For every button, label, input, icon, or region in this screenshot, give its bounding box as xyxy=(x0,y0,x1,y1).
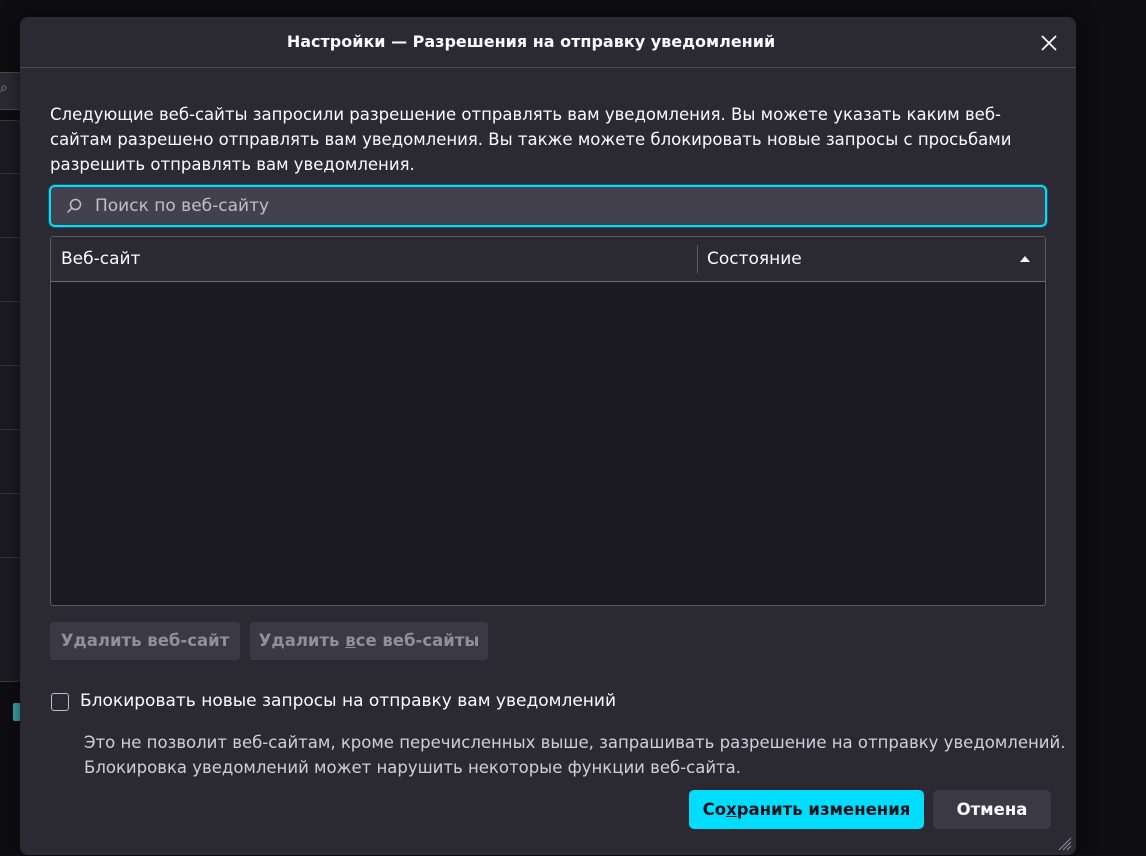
remove-site-button[interactable]: Удалить веб-сайт xyxy=(50,622,240,660)
remove-site-label: Удалить веб-сайт xyxy=(60,631,230,650)
column-header-status[interactable]: Состояние xyxy=(707,249,802,269)
background-list xyxy=(0,120,22,682)
block-help-text: Это не позволит веб-сайтам, кроме перечи… xyxy=(84,730,1074,780)
dialog-title: Настройки — Разрешения на отправку уведо… xyxy=(286,32,776,51)
resize-grip-icon[interactable] xyxy=(1056,835,1072,851)
search-input[interactable] xyxy=(91,187,1035,225)
cancel-label: Отмена xyxy=(956,800,1028,819)
block-help-line-1: Это не позволит веб-сайтам, кроме перечи… xyxy=(84,733,1066,752)
save-accesskey: х xyxy=(726,800,737,819)
save-label-prefix: Со xyxy=(702,800,727,819)
search-field[interactable] xyxy=(49,185,1047,227)
remove-all-label-suffix: се веб-сайты xyxy=(355,631,480,650)
search-icon xyxy=(67,198,82,213)
remove-all-sites-button[interactable]: Удалить все веб-сайты xyxy=(250,622,488,660)
permissions-dialog: Настройки — Разрешения на отправку уведо… xyxy=(20,17,1076,855)
table-header: Веб-сайт Состояние xyxy=(51,237,1045,282)
sort-ascending-icon xyxy=(1020,256,1030,262)
block-help-line-2: Блокировка уведомлений может нарушить не… xyxy=(84,758,742,777)
remove-all-accesskey: в xyxy=(345,631,356,650)
close-button[interactable] xyxy=(1034,28,1064,58)
block-new-requests-checkbox[interactable] xyxy=(51,693,69,711)
column-splitter[interactable] xyxy=(697,245,698,273)
dialog-titlebar: Настройки — Разрешения на отправку уведо… xyxy=(20,17,1076,68)
save-changes-button[interactable]: Сохранить изменения xyxy=(689,790,924,829)
save-label-suffix: ранить изменения xyxy=(736,800,911,819)
sites-table: Веб-сайт Состояние xyxy=(50,236,1046,606)
dialog-description: Следующие веб-сайты запросили разрешение… xyxy=(50,105,1012,174)
remove-all-label-prefix: Удалить xyxy=(258,631,346,650)
close-icon xyxy=(1041,35,1057,51)
table-body[interactable] xyxy=(51,282,1045,605)
cancel-button[interactable]: Отмена xyxy=(933,790,1051,829)
background-search-icon: ⌕ xyxy=(0,80,8,96)
block-new-requests-label[interactable]: Блокировать новые запросы на отправку ва… xyxy=(80,691,616,711)
column-header-website[interactable]: Веб-сайт xyxy=(61,249,140,269)
